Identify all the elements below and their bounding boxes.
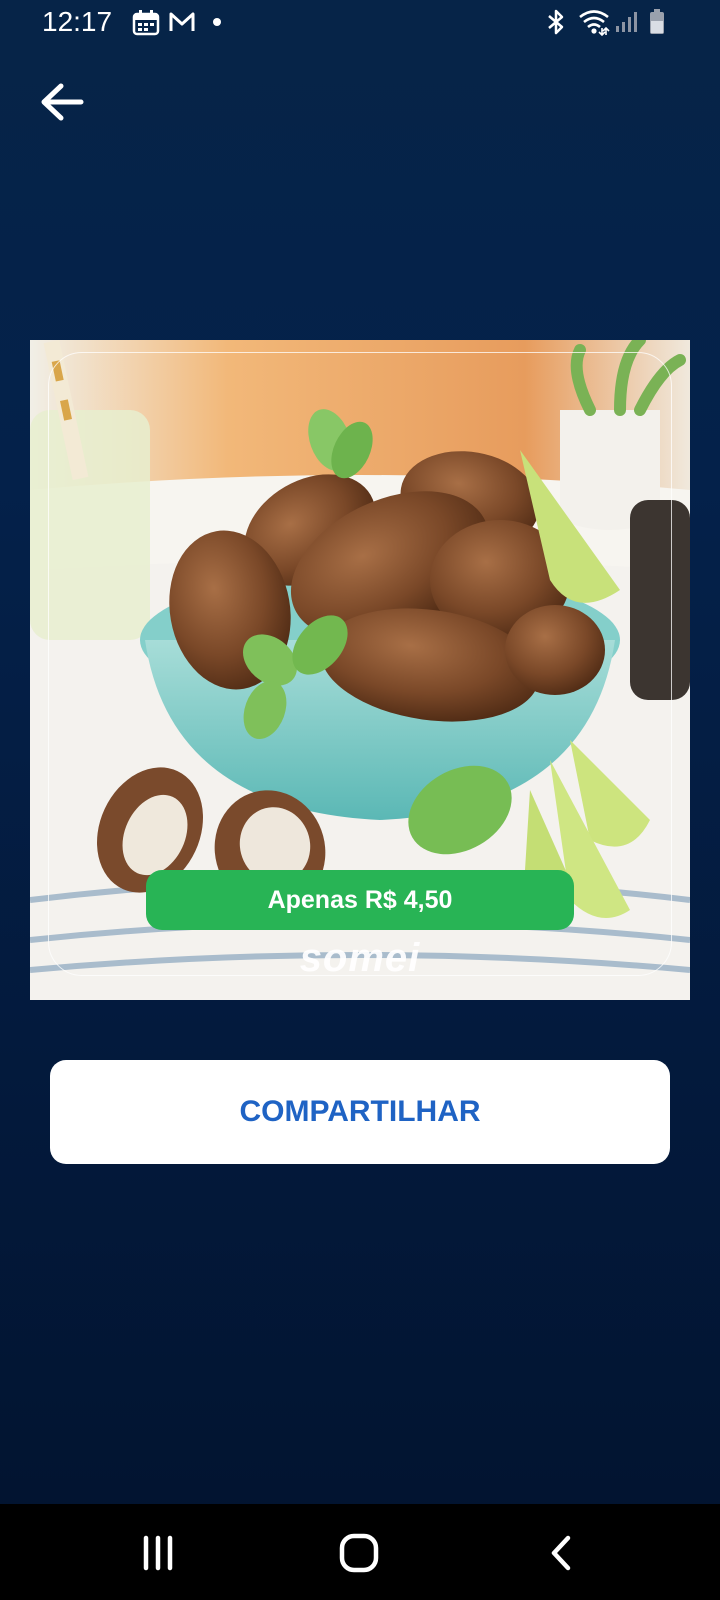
- price-badge: Apenas R$ 4,50: [146, 870, 574, 930]
- promo-card: Apenas R$ 4,50 somei: [30, 340, 690, 1000]
- gmail-icon: [169, 12, 195, 31]
- recent-apps-icon: [143, 1535, 173, 1571]
- home-button[interactable]: [332, 1528, 388, 1580]
- status-bar: 12:17: [0, 0, 720, 48]
- battery-icon: [650, 9, 664, 34]
- calendar-icon: [132, 10, 160, 36]
- home-icon: [339, 1533, 379, 1573]
- status-time: 12:17: [42, 6, 113, 37]
- signal-icon: [616, 12, 637, 32]
- notification-dot-icon: [213, 18, 221, 26]
- brand-logo: somei: [299, 936, 421, 980]
- arrow-left-icon: [41, 83, 84, 121]
- share-button[interactable]: COMPARTILHAR: [50, 1060, 670, 1164]
- back-icon: [551, 1535, 571, 1571]
- back-button[interactable]: [36, 76, 88, 128]
- nav-back-button[interactable]: [534, 1528, 590, 1580]
- bluetooth-icon: [548, 9, 564, 35]
- recent-apps-button[interactable]: [130, 1528, 186, 1580]
- wifi-icon: [579, 10, 610, 36]
- navigation-bar: [0, 1504, 720, 1600]
